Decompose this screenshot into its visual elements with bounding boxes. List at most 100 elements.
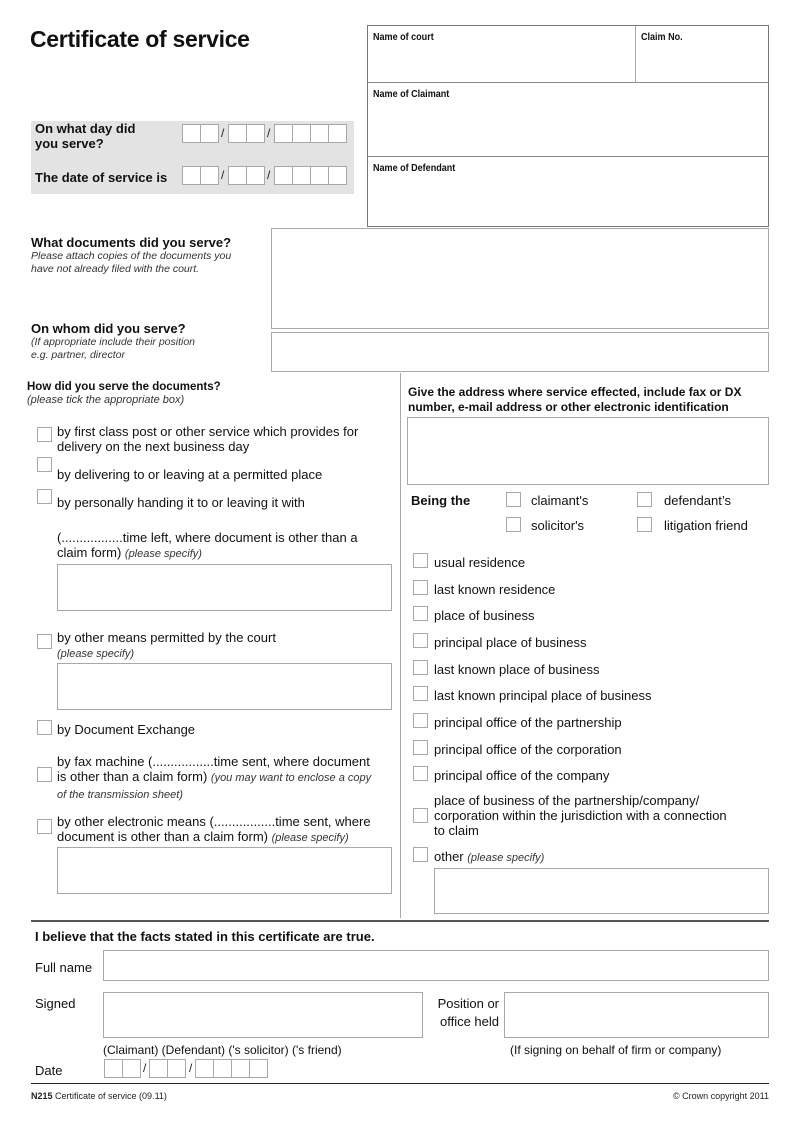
name-of-defendant-field[interactable]: Name of Defendant (368, 157, 768, 226)
option-line: other (434, 849, 464, 864)
being-the-label: Being the (411, 493, 471, 508)
electronic-means-checkbox[interactable] (37, 819, 52, 834)
digit-box[interactable] (195, 1059, 214, 1078)
fax-checkbox[interactable] (37, 767, 52, 782)
place-within-jurisdiction-checkbox[interactable] (413, 808, 428, 823)
address-label-line1: Give the address where service effected,… (408, 385, 742, 399)
signature-input[interactable] (103, 992, 423, 1038)
principal-office-company-checkbox[interactable] (413, 766, 428, 781)
option-line: claim form) (57, 545, 122, 560)
option-line: by other means permitted by the court (57, 630, 276, 645)
digit-box[interactable] (310, 166, 329, 185)
solicitors-checkbox[interactable] (506, 517, 521, 532)
principal-office-partnership-checkbox[interactable] (413, 713, 428, 728)
other-place-specify-input[interactable] (434, 868, 769, 914)
court-details-panel: Name of court Claim No. Name of Claimant… (367, 25, 769, 227)
claim-no-field[interactable]: Claim No. (636, 26, 768, 83)
day-served-month-input[interactable] (228, 124, 265, 143)
option-line: by other electronic means (.............… (57, 814, 371, 829)
digit-box[interactable] (310, 124, 329, 143)
option-note: (please specify) (124, 548, 202, 560)
date-separator: / (221, 126, 225, 140)
digit-box[interactable] (228, 166, 247, 185)
signed-label: Signed (35, 996, 76, 1011)
claimants-checkbox[interactable] (506, 492, 521, 507)
digit-box[interactable] (122, 1059, 141, 1078)
option-line: corporation within the jurisdiction with… (434, 808, 727, 823)
digit-box[interactable] (274, 124, 293, 143)
other-place-checkbox[interactable] (413, 847, 428, 862)
digit-box[interactable] (328, 124, 347, 143)
principal-office-corporation-checkbox[interactable] (413, 740, 428, 755)
digit-box[interactable] (104, 1059, 123, 1078)
how-sub: (please tick the appropriate box) (27, 394, 185, 406)
digit-box[interactable] (328, 166, 347, 185)
full-name-label: Full name (35, 960, 93, 975)
behalf-note: (If signing on behalf of firm or company… (510, 1043, 722, 1057)
principal-place-of-business-checkbox[interactable] (413, 633, 428, 648)
full-name-input[interactable] (103, 950, 769, 981)
place-within-jurisdiction-label: place of business of the partnership/com… (434, 793, 727, 838)
litigation-friend-label: litigation friend (664, 518, 748, 533)
digit-box[interactable] (246, 124, 265, 143)
principal-place-of-business-label: principal place of business (434, 635, 587, 650)
digit-box[interactable] (182, 166, 201, 185)
day-served-day-input[interactable] (182, 124, 219, 143)
sign-date-month-input[interactable] (149, 1059, 186, 1078)
how-question: How did you serve the documents? (please… (27, 380, 221, 407)
other-means-specify-input[interactable] (57, 663, 392, 710)
document-exchange-label: by Document Exchange (57, 722, 196, 737)
digit-box[interactable] (292, 124, 311, 143)
last-known-principal-place-checkbox[interactable] (413, 686, 428, 701)
digit-box[interactable] (292, 166, 311, 185)
digit-box[interactable] (228, 124, 247, 143)
digit-box[interactable] (182, 124, 201, 143)
digit-box[interactable] (249, 1059, 268, 1078)
digit-box[interactable] (246, 166, 265, 185)
place-of-business-label: place of business (434, 608, 535, 623)
last-known-place-of-business-label: last known place of business (434, 662, 600, 677)
name-of-court-label: Name of court (373, 31, 434, 43)
option-line: document is other than a claim form) (57, 829, 268, 844)
digit-box[interactable] (213, 1059, 232, 1078)
footer-divider (31, 1083, 769, 1084)
last-known-residence-checkbox[interactable] (413, 580, 428, 595)
date-of-service-day-input[interactable] (182, 166, 219, 185)
digit-box[interactable] (231, 1059, 250, 1078)
digit-box[interactable] (200, 124, 219, 143)
litigation-friend-checkbox[interactable] (637, 517, 652, 532)
defendants-checkbox[interactable] (637, 492, 652, 507)
personally-handing-checkbox[interactable] (37, 489, 52, 504)
digit-box[interactable] (274, 166, 293, 185)
address-textarea[interactable] (407, 417, 769, 485)
sign-date-year-input[interactable] (195, 1059, 268, 1078)
personally-handing-specify-input[interactable] (57, 564, 392, 611)
usual-residence-checkbox[interactable] (413, 553, 428, 568)
place-of-business-checkbox[interactable] (413, 606, 428, 621)
name-of-claimant-field[interactable]: Name of Claimant (368, 83, 768, 157)
position-label: Position or office held (433, 995, 499, 1031)
option-line: by fax machine (.................time se… (57, 754, 370, 769)
name-of-claimant-label: Name of Claimant (373, 88, 450, 100)
day-served-year-input[interactable] (274, 124, 347, 143)
last-known-place-of-business-checkbox[interactable] (413, 660, 428, 675)
first-class-post-checkbox[interactable] (37, 427, 52, 442)
documents-textarea[interactable] (271, 228, 769, 329)
digit-box[interactable] (200, 166, 219, 185)
digit-box[interactable] (149, 1059, 168, 1078)
date-separator: / (221, 168, 225, 182)
digit-box[interactable] (167, 1059, 186, 1078)
name-of-court-field[interactable]: Name of court (368, 26, 636, 83)
date-of-service-month-input[interactable] (228, 166, 265, 185)
option-line: to claim (434, 823, 479, 838)
electronic-means-specify-input[interactable] (57, 847, 392, 894)
option-note: of the transmission sheet) (57, 789, 183, 801)
whom-input[interactable] (271, 332, 769, 372)
date-of-service-label: The date of service is (35, 170, 168, 185)
document-exchange-checkbox[interactable] (37, 720, 52, 735)
sign-date-day-input[interactable] (104, 1059, 141, 1078)
date-of-service-year-input[interactable] (274, 166, 347, 185)
position-input[interactable] (504, 992, 769, 1038)
other-means-checkbox[interactable] (37, 634, 52, 649)
permitted-place-checkbox[interactable] (37, 457, 52, 472)
